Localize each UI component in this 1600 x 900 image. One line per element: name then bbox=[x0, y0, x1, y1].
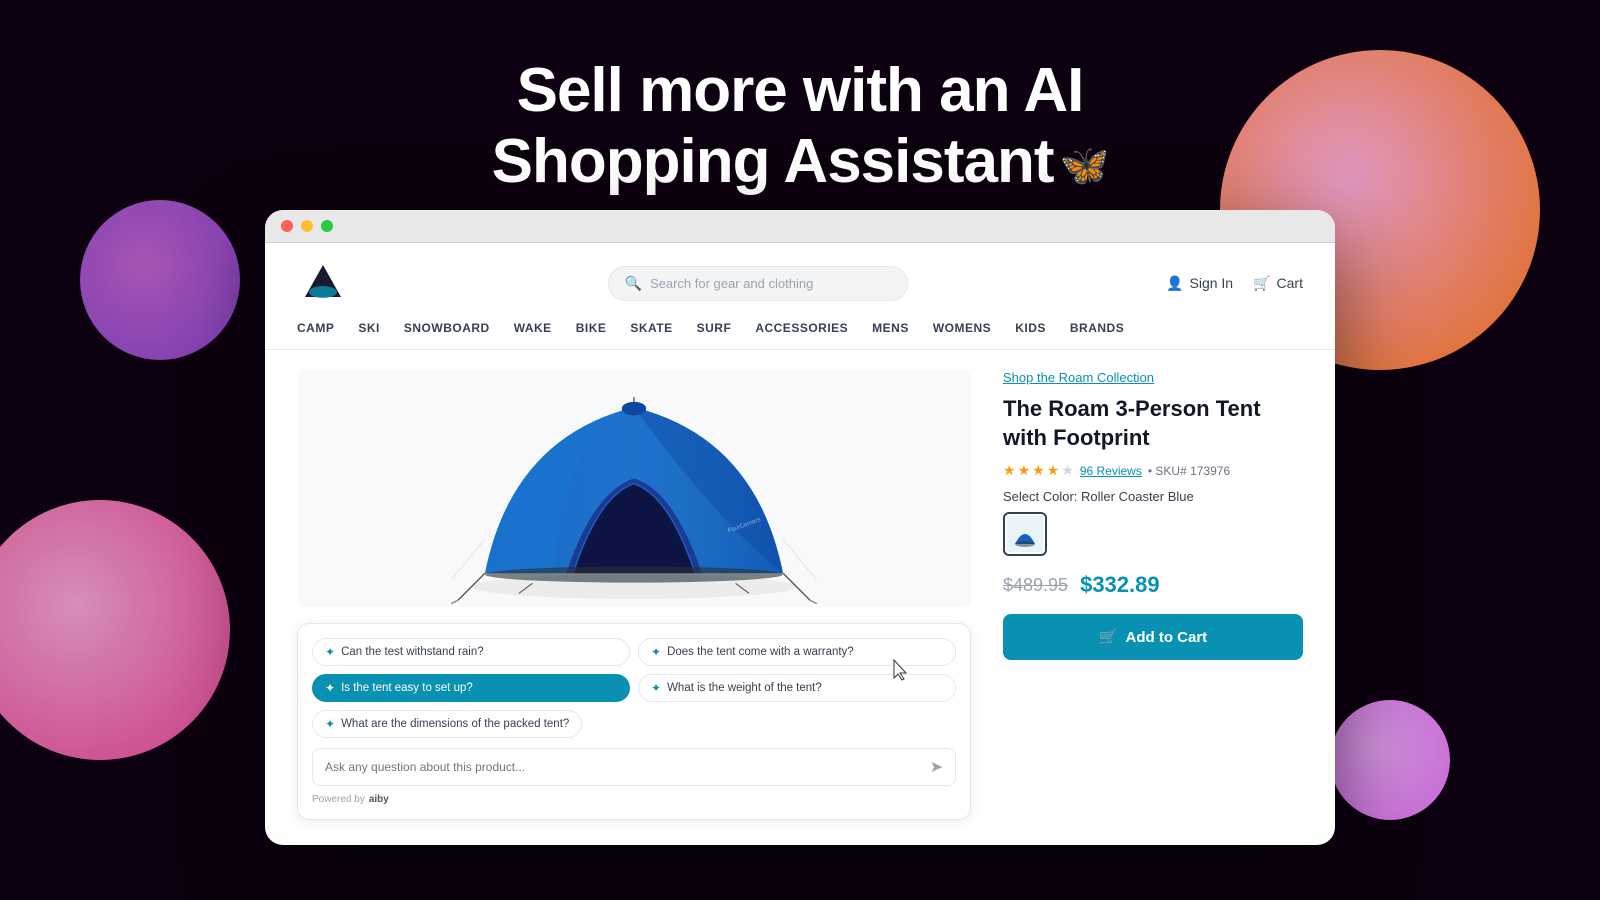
user-icon: 👤 bbox=[1166, 275, 1183, 292]
hero-section: Sell more with an AI Shopping Assistant🦋 bbox=[492, 55, 1109, 198]
decorative-blob-left-2 bbox=[80, 200, 240, 360]
product-rating: ★ ★ ★ ★ ★ 96 Reviews • SKU# 173976 bbox=[1003, 462, 1303, 479]
chat-input-area[interactable]: ➤ bbox=[312, 748, 956, 786]
store-header: 🔍 Search for gear and clothing 👤 Sign In… bbox=[265, 243, 1335, 350]
hero-line2: Shopping Assistant bbox=[492, 127, 1054, 196]
swatch-tent-icon bbox=[1007, 516, 1043, 552]
nav-item-accessories[interactable]: ACCESSORIES bbox=[755, 321, 848, 335]
suggested-questions: ✦ Can the test withstand rain? ✦ Does th… bbox=[312, 638, 956, 738]
ai-butterfly-icon: 🦋 bbox=[1060, 143, 1109, 189]
product-tent-image: FourCorners bbox=[297, 370, 971, 607]
nav-item-mens[interactable]: MENS bbox=[872, 321, 909, 335]
question-text-4: What is the weight of the tent? bbox=[667, 682, 822, 694]
sparkle-icon-1: ✦ bbox=[325, 645, 335, 659]
search-placeholder-text: Search for gear and clothing bbox=[650, 276, 813, 291]
sign-in-label: Sign In bbox=[1190, 275, 1234, 291]
powered-by-text: Powered by bbox=[312, 794, 365, 805]
sparkle-icon-3: ✦ bbox=[325, 681, 335, 695]
cart-button[interactable]: 🛒 Cart bbox=[1253, 275, 1303, 292]
browser-window: 🔍 Search for gear and clothing 👤 Sign In… bbox=[265, 210, 1335, 845]
nav-item-womens[interactable]: WOMENS bbox=[933, 321, 991, 335]
browser-chrome bbox=[265, 210, 1335, 243]
cart-btn-icon: 🛒 bbox=[1099, 628, 1118, 646]
sparkle-icon-4: ✦ bbox=[651, 681, 661, 695]
color-swatch-blue[interactable] bbox=[1003, 512, 1047, 556]
price-section: $489.95 $332.89 bbox=[1003, 572, 1303, 598]
nav-item-bike[interactable]: BIKE bbox=[576, 321, 607, 335]
add-to-cart-label: Add to Cart bbox=[1126, 629, 1208, 646]
question-text-5: What are the dimensions of the packed te… bbox=[341, 718, 569, 730]
star-3: ★ bbox=[1032, 462, 1045, 479]
cart-label: Cart bbox=[1277, 275, 1303, 291]
sign-in-button[interactable]: 👤 Sign In bbox=[1166, 275, 1233, 292]
question-chip-2[interactable]: ✦ Does the tent come with a warranty? bbox=[638, 638, 956, 666]
product-info-section: Shop the Roam Collection The Roam 3-Pers… bbox=[1003, 370, 1303, 820]
nav-item-ski[interactable]: SKI bbox=[358, 321, 380, 335]
product-area: FourCorners bbox=[265, 350, 1335, 838]
sparkle-icon-5: ✦ bbox=[325, 717, 335, 731]
question-chip-4[interactable]: ✦ What is the weight of the tent? bbox=[638, 674, 956, 702]
hero-line1: Sell more with an AI bbox=[492, 55, 1109, 126]
collection-link[interactable]: Shop the Roam Collection bbox=[1003, 370, 1303, 385]
product-image-container: FourCorners bbox=[297, 370, 971, 607]
store-top-bar: 🔍 Search for gear and clothing 👤 Sign In… bbox=[297, 257, 1303, 309]
browser-close-dot[interactable] bbox=[281, 220, 293, 232]
original-price: $489.95 bbox=[1003, 575, 1068, 596]
color-swatch-container bbox=[1003, 512, 1303, 556]
star-2: ★ bbox=[1018, 462, 1031, 479]
star-5: ★ bbox=[1061, 462, 1074, 479]
logo-svg bbox=[297, 257, 349, 309]
question-chip-3[interactable]: ✦ Is the tent easy to set up? bbox=[312, 674, 630, 702]
ai-chat-widget: ✦ Can the test withstand rain? ✦ Does th… bbox=[297, 623, 971, 820]
star-1: ★ bbox=[1003, 462, 1016, 479]
chat-input[interactable] bbox=[325, 760, 922, 774]
add-to-cart-button[interactable]: 🛒 Add to Cart bbox=[1003, 614, 1303, 660]
star-rating: ★ ★ ★ ★ ★ bbox=[1003, 462, 1074, 479]
nav-item-skate[interactable]: SKATE bbox=[630, 321, 672, 335]
nav-item-snowboard[interactable]: SNOWBOARD bbox=[404, 321, 490, 335]
decorative-blob-left bbox=[0, 500, 230, 760]
aiby-logo: aiby bbox=[369, 794, 389, 805]
browser-maximize-dot[interactable] bbox=[321, 220, 333, 232]
decorative-blob-bottom-right-2 bbox=[1330, 700, 1450, 820]
search-bar[interactable]: 🔍 Search for gear and clothing bbox=[608, 266, 908, 301]
star-4: ★ bbox=[1047, 462, 1060, 479]
send-button[interactable]: ➤ bbox=[930, 757, 943, 777]
nav-item-camp[interactable]: CAMP bbox=[297, 321, 334, 335]
store-nav: CAMP SKI SNOWBOARD WAKE BIKE SKATE SURF … bbox=[297, 321, 1303, 335]
browser-minimize-dot[interactable] bbox=[301, 220, 313, 232]
product-title: The Roam 3-Person Tent with Footprint bbox=[1003, 395, 1303, 452]
store-content: 🔍 Search for gear and clothing 👤 Sign In… bbox=[265, 243, 1335, 838]
nav-item-wake[interactable]: WAKE bbox=[514, 321, 552, 335]
sale-price: $332.89 bbox=[1080, 572, 1160, 598]
product-image-section: FourCorners bbox=[297, 370, 971, 820]
cart-icon: 🛒 bbox=[1253, 275, 1270, 292]
reviews-count[interactable]: 96 Reviews bbox=[1080, 464, 1142, 478]
question-chip-1[interactable]: ✦ Can the test withstand rain? bbox=[312, 638, 630, 666]
sku-text: • SKU# 173976 bbox=[1148, 464, 1230, 478]
question-text-2: Does the tent come with a warranty? bbox=[667, 646, 854, 658]
nav-item-brands[interactable]: BRANDS bbox=[1070, 321, 1124, 335]
question-text-3: Is the tent easy to set up? bbox=[341, 682, 473, 694]
store-logo[interactable] bbox=[297, 257, 349, 309]
question-text-1: Can the test withstand rain? bbox=[341, 646, 484, 658]
nav-item-kids[interactable]: KIDS bbox=[1015, 321, 1046, 335]
search-icon: 🔍 bbox=[625, 275, 642, 292]
color-label: Select Color: Roller Coaster Blue bbox=[1003, 489, 1303, 504]
nav-item-surf[interactable]: SURF bbox=[697, 321, 732, 335]
powered-by: Powered by aiby bbox=[312, 794, 956, 805]
question-chip-5[interactable]: ✦ What are the dimensions of the packed … bbox=[312, 710, 582, 738]
sparkle-icon-2: ✦ bbox=[651, 645, 661, 659]
header-actions: 👤 Sign In 🛒 Cart bbox=[1166, 275, 1303, 292]
